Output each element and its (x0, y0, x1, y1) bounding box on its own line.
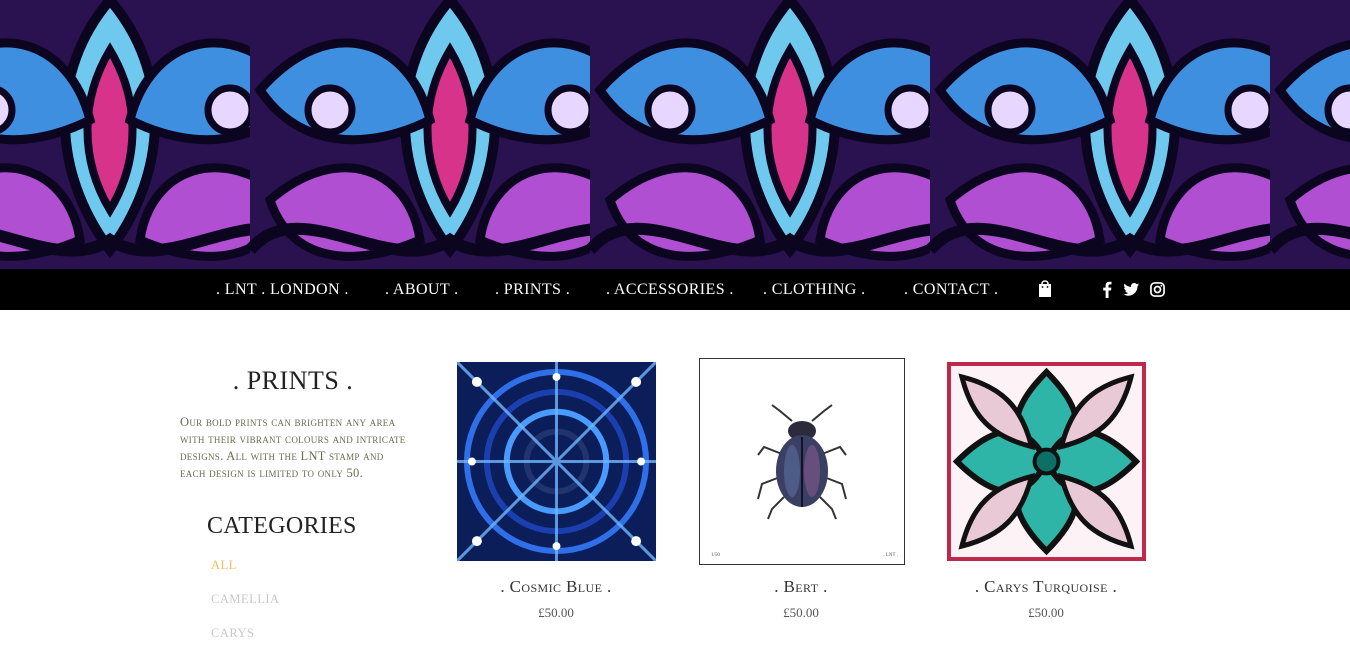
category-link-carys[interactable]: CARYS (211, 626, 255, 641)
category-link-all[interactable]: ALL (211, 558, 237, 573)
edition-number: 1/50 (711, 553, 720, 558)
lnt-stamp: . LNT . (883, 553, 898, 558)
instagram-icon[interactable] (1150, 281, 1165, 298)
facebook-icon[interactable] (1102, 281, 1112, 298)
product-image-cosmic-blue[interactable] (457, 362, 656, 561)
nav-item-contact[interactable]: . CONTACT . (904, 269, 998, 310)
beetle-print-image (757, 404, 847, 520)
cosmic-blue-print-image (457, 362, 656, 561)
nav-item-prints[interactable]: . PRINTS . (495, 269, 570, 310)
product-name-cosmic-blue[interactable]: . Cosmic Blue . (456, 577, 656, 597)
product-price-bert: £50.00 (783, 605, 819, 620)
product-price-carys-turquoise: £50.00 (1028, 605, 1064, 620)
product-price-cosmic-blue: £50.00 (538, 605, 574, 620)
stained-glass-banner-image (0, 0, 1350, 269)
main-navigation: . LNT . LONDON . . ABOUT . . PRINTS . . … (0, 269, 1350, 310)
nav-item-clothing[interactable]: . CLOTHING . (763, 269, 866, 310)
twitter-icon[interactable] (1124, 281, 1139, 298)
category-link-camellia[interactable]: CAMELLIA (211, 592, 280, 607)
nav-item-accessories[interactable]: . ACCESSORIES . (606, 269, 734, 310)
page-title: . PRINTS . (232, 366, 354, 395)
shopping-bag-icon[interactable] (1038, 279, 1052, 298)
header-banner (0, 0, 1350, 269)
product-name-bert[interactable]: . Bert . (701, 577, 901, 597)
product-image-carys-turquoise[interactable] (947, 362, 1146, 561)
product-image-bert[interactable]: 1/50 . LNT . (699, 358, 905, 565)
product-name-carys-turquoise[interactable]: . Carys Turquoise . (946, 577, 1146, 597)
nav-item-lnt-london[interactable]: . LNT . LONDON . (216, 269, 349, 310)
carys-turquoise-print-image (947, 362, 1146, 561)
categories-heading: CATEGORIES (207, 513, 357, 539)
nav-item-about[interactable]: . ABOUT . (385, 269, 459, 310)
page-description: Our bold prints can brighten any area wi… (180, 415, 406, 480)
